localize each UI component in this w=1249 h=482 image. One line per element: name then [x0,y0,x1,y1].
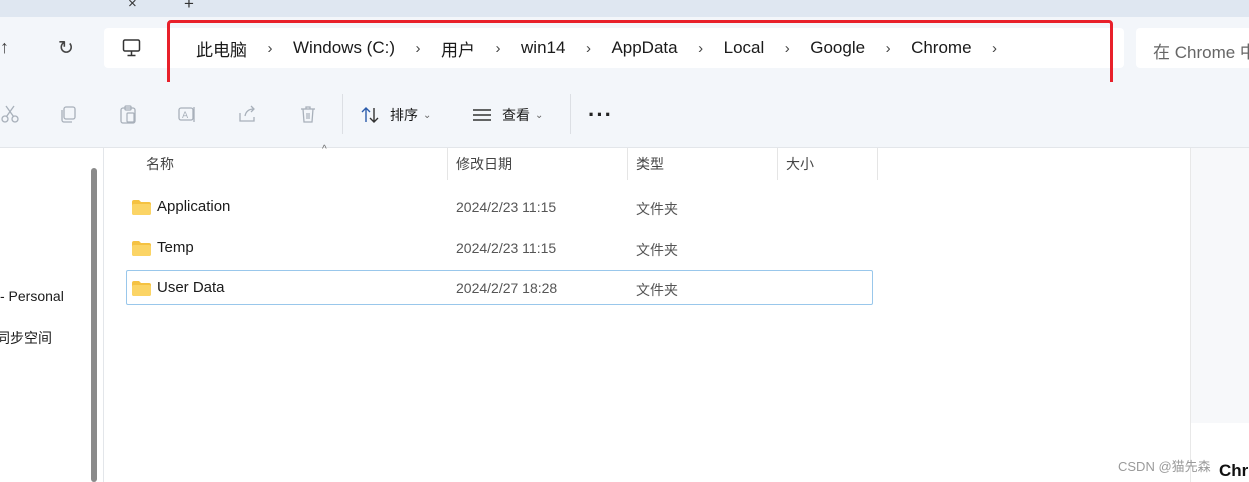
file-type: 文件夹 [636,242,678,258]
close-tab-icon[interactable]: × [128,0,137,12]
overlapping-window-title: Chr [1219,461,1249,480]
sort-label: 排序 [390,107,418,123]
column-size-label: 大小 [786,156,814,172]
column-header-modified[interactable]: 修改日期 [448,148,628,180]
file-modified: 2024/2/23 11:15 [456,240,557,256]
file-type: 文件夹 [636,282,678,298]
details-pane [1190,148,1249,482]
column-header-name[interactable]: 名称 ^ [138,144,448,180]
file-explorer-window: × + ↑ ↻ 此电脑 › Windows (C:) › 用户 › win14 [0,0,1249,482]
column-modified-label: 修改日期 [456,156,512,172]
column-type-label: 类型 [636,156,664,172]
folder-icon [132,241,151,256]
sort-ascending-icon: ^ [322,144,327,155]
view-icon [472,105,492,125]
tab-strip: × + [0,0,1249,17]
share-icon[interactable] [237,104,257,124]
view-label: 查看 [502,107,530,123]
file-name: Application [157,198,231,215]
computer-icon[interactable] [122,38,141,58]
column-name-label: 名称 [146,156,174,172]
file-row[interactable]: Temp 2024/2/23 11:15 文件夹 [126,230,873,265]
file-modified: 2024/2/27 18:28 [456,280,558,296]
column-divider[interactable] [877,148,878,180]
file-modified: 2024/2/23 11:15 [456,199,557,215]
sort-button[interactable]: 排序 ⌄ [360,104,431,126]
file-list: 名称 ^ 修改日期 类型 大小 Application 2024/2/23 11… [104,144,1190,482]
search-placeholder: 在 Chrome 中 [1153,43,1249,62]
column-header-type[interactable]: 类型 [628,148,778,180]
toolbar-divider [342,94,343,134]
more-options-icon[interactable]: ··· [588,102,613,128]
nav-item-sync-space[interactable]: 同步空间 [0,328,52,348]
copy-icon[interactable] [58,104,78,124]
navigation-pane: - Personal 同步空间 [0,148,103,482]
command-bar: A 排序 ⌄ 查看 ⌄ ··· [0,82,1249,148]
svg-text:A: A [182,111,189,121]
file-row[interactable]: Application 2024/2/23 11:15 文件夹 [126,189,873,224]
file-name: User Data [157,279,225,296]
rename-icon[interactable]: A [177,104,197,124]
cut-icon[interactable] [0,104,20,124]
column-header-size[interactable]: 大小 [778,148,878,180]
toolbar-divider [570,94,571,134]
search-input[interactable]: 在 Chrome 中 [1136,28,1249,68]
file-name: Temp [157,239,194,256]
delete-icon[interactable] [298,104,318,124]
new-tab-icon[interactable]: + [184,0,194,14]
folder-icon [132,281,151,296]
refresh-icon[interactable]: ↻ [58,37,74,60]
watermark: CSDN @猫先森 [1118,459,1211,474]
paste-icon[interactable] [118,104,138,124]
nav-item-personal[interactable]: - Personal [0,288,64,304]
chevron-down-icon: ⌄ [535,109,544,121]
sort-icon [360,105,380,125]
chevron-down-icon: ⌄ [423,109,432,121]
file-type: 文件夹 [636,201,678,217]
view-button[interactable]: 查看 ⌄ [472,104,543,126]
file-row-selected[interactable]: User Data 2024/2/27 18:28 文件夹 [126,270,873,305]
nav-scrollbar[interactable] [91,168,97,482]
up-arrow-icon[interactable]: ↑ [0,37,9,58]
folder-icon [132,200,151,215]
